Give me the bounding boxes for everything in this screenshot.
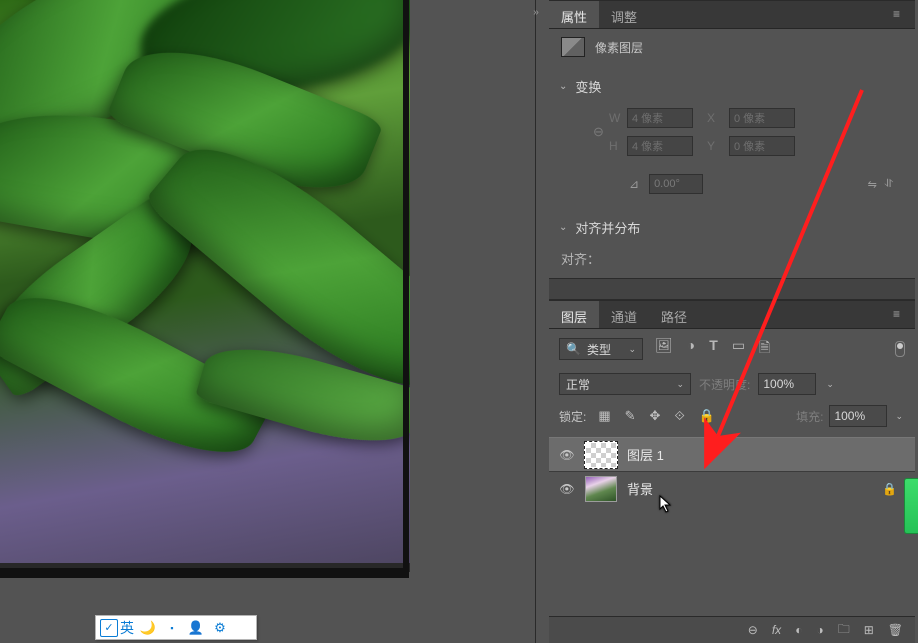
w-label: W — [609, 111, 627, 125]
lock-icon: 🔒 — [882, 482, 905, 496]
layers-footer: ⊖ fx ◐ ◑ 🗀 ⊞ 🗑 — [549, 616, 915, 643]
ime-toolbar[interactable]: ✓ 英 🌙 ▪ 👤 ⚙ — [95, 615, 257, 640]
layer-kind-icon — [561, 37, 585, 57]
visibility-toggle-icon[interactable]: 👁 — [559, 482, 575, 496]
layer-thumbnail[interactable] — [585, 476, 617, 502]
tab-paths[interactable]: 路径 — [649, 301, 699, 328]
link-wh-icon[interactable]: ⊖ — [593, 124, 604, 140]
align-label: 对齐： — [561, 252, 600, 267]
transform-heading: 变换 — [575, 77, 601, 96]
layer-thumbnail[interactable] — [585, 442, 617, 468]
fill-input[interactable]: 100% — [829, 405, 887, 427]
lock-label: 锁定: — [559, 408, 586, 425]
layer-item[interactable]: 👁 背景 🔒 — [549, 471, 915, 505]
ime-logo-icon[interactable]: ✓ — [100, 619, 118, 637]
filter-kind-select[interactable]: 🔍 类型 ⌄ — [559, 338, 643, 360]
align-heading: 对齐并分布 — [575, 218, 640, 237]
chevron-down-icon: ⌄ — [559, 81, 567, 92]
collapse-panels-icon[interactable]: » — [528, 0, 544, 24]
height-input[interactable] — [627, 136, 693, 156]
transform-section-header[interactable]: ⌄ 变换 — [549, 69, 915, 104]
lock-position-icon[interactable]: ✥ — [650, 408, 661, 424]
flip-horizontal-icon[interactable]: ⇋ — [868, 178, 877, 191]
delete-layer-icon[interactable]: 🗑 — [888, 623, 903, 637]
chevron-down-icon: ⌄ — [559, 222, 567, 233]
lock-artboard-icon[interactable]: ⟐ — [674, 408, 684, 424]
ime-person-icon[interactable]: 👤 — [184, 617, 208, 638]
canvas-area[interactable] — [0, 0, 410, 572]
layer-name-label[interactable]: 背景 — [627, 479, 653, 498]
tab-layers[interactable]: 图层 — [549, 301, 599, 328]
panel-menu-icon[interactable]: ≡ — [893, 307, 909, 321]
layer-list: 👁 图层 1 👁 背景 🔒 — [549, 437, 915, 505]
ime-mic-icon[interactable]: ▪ — [160, 617, 184, 638]
opacity-value: 100% — [763, 377, 794, 391]
lock-all-icon[interactable]: 🔒 — [699, 408, 715, 424]
lock-paint-icon[interactable]: ✎ — [625, 408, 636, 424]
properties-panel: 属性 调整 ≡ 像素图层 ⌄ 变换 ⊖ W X H Y — [549, 0, 915, 278]
tab-properties[interactable]: 属性 — [549, 1, 599, 28]
layer-name-label[interactable]: 图层 1 — [627, 445, 664, 464]
align-section-header[interactable]: ⌄ 对齐并分布 — [549, 210, 915, 245]
opacity-flyout-icon[interactable]: ⌄ — [824, 375, 836, 394]
x-input[interactable] — [729, 108, 795, 128]
new-adjustment-icon[interactable]: ◑ — [816, 623, 823, 637]
visibility-toggle-icon[interactable]: 👁 — [559, 448, 575, 462]
new-group-icon[interactable]: 🗀 — [838, 620, 850, 641]
layer-item[interactable]: 👁 图层 1 — [549, 437, 915, 471]
ime-moon-icon[interactable]: 🌙 — [136, 617, 160, 638]
filter-pixel-icon[interactable]: 🖼 — [655, 337, 673, 361]
ime-lang-button[interactable]: 英 — [118, 618, 136, 638]
opacity-label: 不透明度: — [699, 376, 750, 393]
y-input[interactable] — [729, 136, 795, 156]
fill-label: 填充: — [796, 408, 823, 425]
tab-channels[interactable]: 通道 — [599, 301, 649, 328]
search-icon: 🔍 — [566, 342, 581, 356]
filter-kind-label: 类型 — [587, 341, 611, 358]
filter-type-icon[interactable]: T — [709, 337, 718, 361]
ime-settings-icon[interactable]: ⚙ — [208, 617, 232, 638]
add-mask-icon[interactable]: ◐ — [795, 623, 802, 637]
filter-shape-icon[interactable]: ▭ — [732, 337, 745, 361]
panel-menu-icon[interactable]: ≡ — [893, 7, 909, 21]
opacity-input[interactable]: 100% — [758, 373, 816, 395]
h-label: H — [609, 139, 627, 153]
flip-vertical-icon[interactable]: ⥯ — [885, 178, 893, 191]
filter-adjust-icon[interactable]: ◑ — [687, 337, 695, 361]
tab-adjustments[interactable]: 调整 — [599, 1, 649, 28]
fill-value: 100% — [834, 409, 865, 423]
new-layer-icon[interactable]: ⊞ — [864, 623, 874, 637]
angle-icon: ⊿ — [629, 177, 639, 191]
chevron-down-icon: ⌄ — [628, 344, 636, 355]
y-label: Y — [707, 139, 729, 153]
blend-mode-label: 正常 — [566, 376, 590, 393]
layers-panel: 图层 通道 路径 ≡ 🔍 类型 ⌄ 🖼 ◑ T ▭ 🗎 正常 ⌄ — [549, 300, 915, 643]
fill-flyout-icon[interactable]: ⌄ — [893, 407, 905, 426]
fx-icon[interactable]: fx — [772, 623, 781, 637]
filter-toggle[interactable] — [895, 341, 905, 357]
x-label: X — [707, 111, 729, 125]
angle-input[interactable] — [649, 174, 703, 194]
document-canvas[interactable] — [0, 0, 410, 563]
filter-smart-icon[interactable]: 🗎 — [759, 337, 770, 361]
lock-pixels-icon[interactable]: ▦ — [598, 408, 610, 424]
blend-mode-select[interactable]: 正常 ⌄ — [559, 373, 691, 395]
link-layers-icon[interactable]: ⊖ — [748, 623, 758, 637]
edge-indicator — [904, 478, 918, 534]
chevron-down-icon: ⌄ — [676, 379, 684, 390]
layer-kind-label: 像素图层 — [595, 39, 643, 56]
width-input[interactable] — [627, 108, 693, 128]
